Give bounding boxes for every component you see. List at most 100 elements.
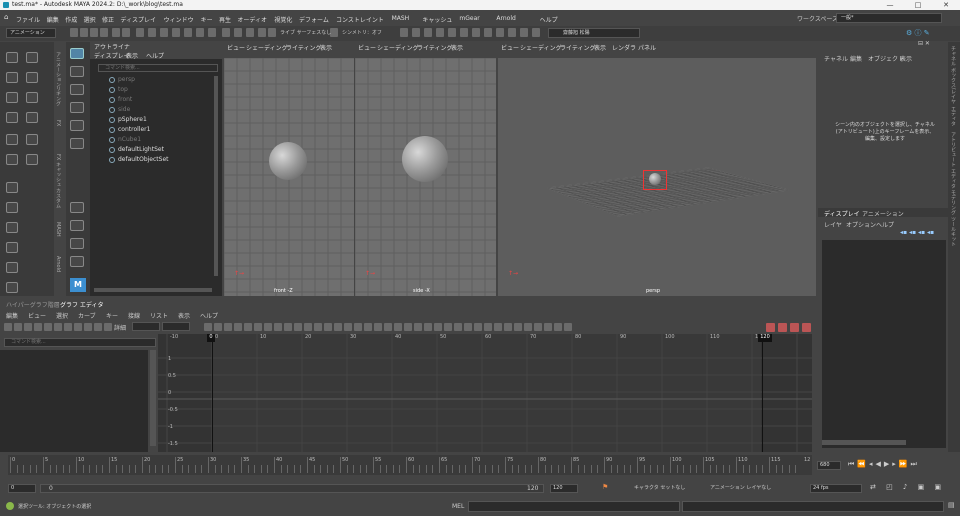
shelf-tool-icon[interactable] [6,282,18,293]
shelf-tool-icon[interactable] [6,242,18,253]
graph-tool-icon[interactable] [304,323,312,331]
graph-tool-icon[interactable] [454,323,462,331]
graph-layout-icon[interactable] [70,256,84,267]
shelf-button-icon[interactable] [246,28,254,37]
graph-search[interactable]: コマンド検索... [4,338,156,347]
current-frame-field[interactable]: 680 [817,461,841,470]
command-input[interactable] [468,501,680,512]
close-button[interactable]: ✕ [932,0,960,10]
outliner-item[interactable]: side [118,106,130,113]
graph-tool-icon[interactable] [564,323,572,331]
graph-tool-icon[interactable] [554,323,562,331]
graph-outliner[interactable] [0,350,148,452]
scale-tool-icon[interactable] [70,138,84,149]
graph-menu-0[interactable]: 編集 [6,311,18,320]
fps-select[interactable]: 24 fps [810,484,862,493]
shelf-tool-icon[interactable] [26,92,38,103]
symmetry-label[interactable]: シンメトリ：オフ [342,29,382,36]
menu-item-11[interactable]: デフォーム [299,15,329,24]
rotate-tool-icon[interactable] [70,120,84,131]
layer-menu-layers[interactable]: レイヤ [824,220,842,229]
outliner-item[interactable]: controller1 [118,126,150,133]
menu-item-17[interactable]: ヘルプ [540,15,558,24]
vp1-menu-lighting[interactable]: ライティング [286,43,322,52]
vp1-menu-view[interactable]: ビュー [227,43,245,52]
script-editor-icon[interactable]: ▤ [948,501,955,509]
four-view-icon[interactable] [70,220,84,231]
layer-tab-animation[interactable]: アニメーション [862,209,904,218]
layer-menu-help[interactable]: ヘルプ [876,220,894,229]
menu-item-9[interactable]: オーディオ [237,15,267,24]
graph-tool-icon[interactable] [274,323,282,331]
shelf-tool-icon[interactable] [6,182,18,193]
shelf-tool-icon[interactable] [6,262,18,273]
graph-tool-icon[interactable] [354,323,362,331]
graph-tool-icon[interactable] [254,323,262,331]
menuset-select[interactable]: アニメーション [6,28,56,38]
vp2-menu-shading[interactable]: シェーディング [377,43,419,52]
shelf-button-icon[interactable] [90,28,98,37]
graph-tool-icon[interactable] [4,323,12,331]
left-shelf-tab-5[interactable]: MASH [55,222,61,252]
side-tab-modeling-toolkit[interactable]: モデリング ツールキット [950,190,957,270]
shelf-button-icon[interactable] [148,28,156,37]
shelf-tool-icon[interactable] [26,154,38,165]
vp3-menu-view[interactable]: ビュー [501,43,519,52]
shelf-button-icon[interactable] [80,28,88,37]
graph-tool-icon[interactable] [324,323,332,331]
graph-tool-icon[interactable] [104,323,112,331]
graph-tool-icon[interactable] [494,323,502,331]
outliner-menu-help[interactable]: ヘルプ [146,51,164,60]
vp2-menu-view[interactable]: ビュー [358,43,376,52]
shelf-button-icon[interactable] [484,28,492,37]
shelf-button-icon[interactable] [258,28,266,37]
graph-menu-7[interactable]: 表示 [178,311,190,320]
single-view-icon[interactable] [70,202,84,213]
shelf-button-icon[interactable] [508,28,516,37]
graph-tool-icon[interactable] [74,323,82,331]
graph-tool-icon[interactable] [524,323,532,331]
left-shelf-tab-6[interactable]: Arnold [55,256,61,286]
menu-item-1[interactable]: 編集 [47,15,59,24]
vp2-menu-lighting[interactable]: ライティング [417,43,453,52]
channel-menu-edit[interactable]: 編集 [850,54,862,63]
range-option-icons[interactable]: ⇄ ◰ ♪ ▣ ▣ [870,483,956,493]
graph-tool-icon[interactable] [766,323,775,332]
channel-close-icons[interactable]: ⊟ ✕ [818,40,948,50]
shelf-button-icon[interactable] [412,28,420,37]
shelf-button-icon[interactable] [520,28,528,37]
two-view-icon[interactable] [70,238,84,249]
graph-menu-4[interactable]: キー [106,311,118,320]
shelf-button-icon[interactable] [160,28,168,37]
graph-canvas[interactable]: -100102030405060708090100110120 10.50-0.… [158,334,812,452]
lasso-tool-icon[interactable] [70,66,84,77]
live-surface-label[interactable]: ライブ サーフェスなし [280,29,331,36]
vp3-menu-lighting[interactable]: ライティング [560,43,596,52]
paint-select-icon[interactable] [70,84,84,95]
graph-tool-icon[interactable] [364,323,372,331]
graph-tool-icon[interactable] [264,323,272,331]
shelf-tool-icon[interactable] [6,134,18,145]
graph-tool-icon[interactable] [64,323,72,331]
select-tool-icon[interactable] [70,48,84,59]
graph-tool-icon[interactable] [544,323,552,331]
graph-tool-icon[interactable] [414,323,422,331]
character-set-select[interactable]: キャラクタ セットなし [634,484,685,491]
shelf-button-icon[interactable] [172,28,180,37]
graph-menu-5[interactable]: 接線 [128,311,140,320]
menu-item-2[interactable]: 作成 [65,15,77,24]
vp3-menu-renderer[interactable]: レンダラ [612,43,636,52]
menu-item-4[interactable]: 修正 [102,15,114,24]
current-frame-marker[interactable]: 0 [207,334,215,342]
menu-item-13[interactable]: MASH [392,15,410,22]
vp1-menu-shading[interactable]: シェーディング [246,43,288,52]
graph-tool-icon[interactable] [34,323,42,331]
graph-tool-icon[interactable] [504,323,512,331]
shelf-button-icon[interactable] [460,28,468,37]
outliner-menu-display[interactable]: ディスプレイ [94,51,130,60]
menu-item-5[interactable]: ディスプレイ [120,15,156,24]
layer-menu-options[interactable]: オプション [846,220,876,229]
outliner-item[interactable]: front [118,96,132,103]
vp1-menu-show[interactable]: 表示 [320,43,332,52]
shelf-button-icon[interactable] [234,28,242,37]
